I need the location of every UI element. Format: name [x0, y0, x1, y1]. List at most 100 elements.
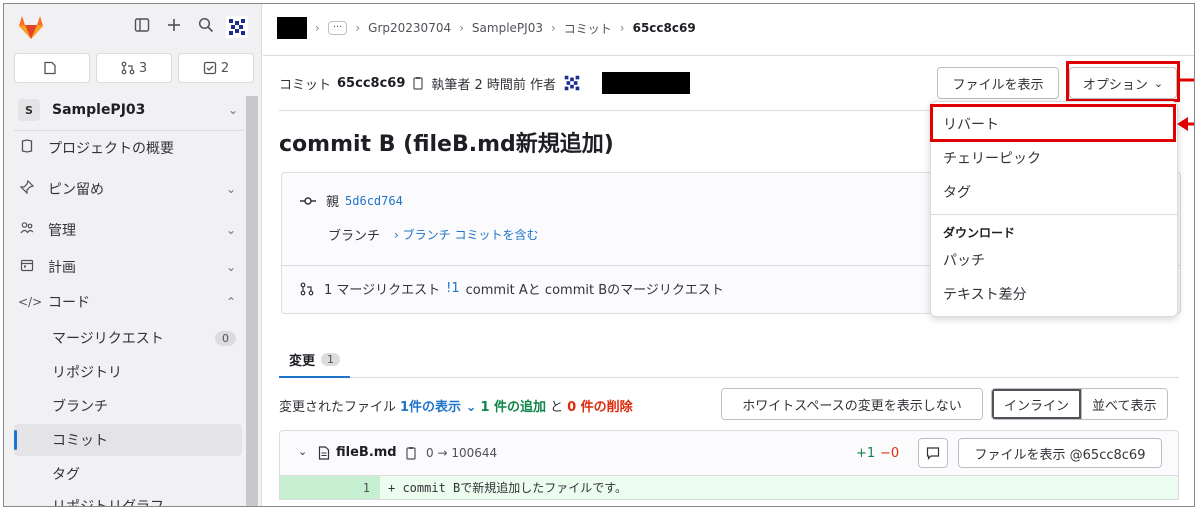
commit-author-text: 執筆者 2 時間前 作者	[431, 77, 557, 93]
copy-icon[interactable]	[411, 76, 425, 90]
redacted-block	[277, 17, 307, 39]
merge-requests-count-badge: 0	[215, 330, 236, 346]
merge-request-icon	[300, 282, 314, 295]
parallel-view-button[interactable]: 並べて表示	[1081, 389, 1167, 419]
merge-request-text: commit Aと commit Bのマージリクエスト	[465, 283, 724, 298]
author-avatar-icon[interactable]	[562, 73, 582, 93]
file-name[interactable]: fileB.md	[336, 445, 397, 460]
hide-whitespace-button[interactable]: ホワイトスペースの変更を表示しない	[721, 388, 983, 420]
sidebar-item-manage[interactable]: 管理 ⌄	[14, 214, 242, 246]
search-icon[interactable]	[196, 17, 216, 37]
menu-item-patch[interactable]: パッチ	[931, 244, 1177, 276]
issues-counter-button[interactable]	[14, 53, 90, 83]
view-file-button[interactable]: ファイルを表示 @65cc8c69	[958, 438, 1162, 468]
parent-label: 親	[326, 195, 340, 210]
inline-view-button[interactable]: インライン	[992, 389, 1082, 419]
breadcrumb-project-link[interactable]: SamplePJ03	[472, 21, 543, 35]
sidebar-subitem-merge-requests[interactable]: マージリクエスト 0	[14, 322, 242, 354]
sidebar-item-label: プロジェクトの概要	[48, 141, 174, 157]
app-window: 3 2 S SamplePJ03 ⌄ プロジェクトの概要 ピン留め ⌄ 管理 ⌄…	[3, 3, 1195, 507]
breadcrumb-ellipsis-button[interactable]: ···	[327, 21, 348, 35]
merge-requests-counter-button[interactable]: 3	[96, 53, 172, 83]
branch-label: ブランチ	[328, 229, 381, 244]
merge-request-link[interactable]: !1	[446, 281, 459, 296]
project-name: SamplePJ03	[52, 102, 146, 118]
merge-requests-count: 3	[138, 60, 148, 76]
files-shown-dropdown[interactable]: 1件の表示 ⌄	[400, 396, 476, 415]
tab-count-badge: 1	[321, 352, 341, 366]
project-badge: S	[18, 99, 40, 121]
commit-sha: 65cc8c69	[337, 75, 406, 91]
sidebar-subitem-commits[interactable]: コミット	[14, 424, 242, 456]
comment-button[interactable]	[918, 438, 948, 468]
breadcrumb-separator: ›	[459, 21, 464, 35]
files-shown-text: 1件の表示	[400, 400, 462, 415]
plus-icon[interactable]	[164, 17, 184, 37]
diff-view-toggle: インライン 並べて表示	[991, 388, 1168, 420]
user-avatar-icon[interactable]	[226, 16, 248, 38]
highlight-box-revert	[930, 104, 1176, 142]
merge-request-icon	[121, 61, 135, 75]
sidebar-item-code[interactable]: </> コード ⌃	[14, 286, 242, 318]
file-icon	[318, 446, 330, 460]
parallel-view-label: 並べて表示	[1092, 398, 1157, 414]
sidebar-item-overview[interactable]: プロジェクトの概要	[14, 132, 242, 164]
commit-icon	[300, 196, 316, 205]
breadcrumb-commits-link[interactable]: コミット	[564, 20, 612, 37]
inline-view-label: インライン	[1004, 398, 1070, 414]
gitlab-logo-icon[interactable]	[17, 14, 45, 40]
sidebar-item-label: コード	[48, 295, 90, 311]
breadcrumb: › ··· › Grp20230704 › SamplePJ03 › コミット …	[277, 17, 696, 39]
menu-group-header: ダウンロード	[943, 226, 1016, 240]
menu-item-label: テキスト差分	[943, 287, 1027, 303]
sidebar-item-plan[interactable]: 計画 ⌄	[14, 251, 242, 283]
line-number[interactable]: 1	[280, 476, 380, 499]
file-header: ⌄ fileB.md 0 → 100644 +1 −0 ファイルを表示 @65c…	[279, 430, 1179, 476]
copy-icon[interactable]	[404, 446, 418, 460]
branch-expand-link[interactable]: › ブランチ コミットを含む	[394, 226, 538, 243]
sidebar-item-label: タグ	[52, 467, 80, 483]
menu-item-cherry-pick[interactable]: チェリーピック	[931, 142, 1177, 174]
menu-item-plain-diff[interactable]: テキスト差分	[931, 278, 1177, 310]
merge-request-prefix: 1 マージリクエスト	[324, 283, 441, 298]
chevron-down-icon: ⌄	[225, 182, 236, 196]
todos-counter-button[interactable]: 2	[178, 53, 254, 83]
branch-link-text: ブランチ コミットを含む	[402, 228, 539, 242]
calendar-icon	[18, 258, 36, 276]
hide-whitespace-label: ホワイトスペースの変更を表示しない	[742, 398, 962, 414]
sidebar-scrollbar[interactable]	[246, 96, 258, 506]
project-switcher[interactable]: S SamplePJ03 ⌄	[14, 94, 244, 126]
chevron-down-icon: ⌄	[227, 103, 238, 117]
parent-sha-link[interactable]: 5d6cd764	[345, 194, 403, 208]
breadcrumb-separator: ›	[550, 21, 556, 35]
sidebar-divider	[14, 130, 244, 131]
sidebar-item-label: コミット	[52, 433, 108, 449]
code-icon: </>	[18, 295, 43, 309]
sidebar-item-label: ブランチ	[52, 399, 108, 415]
menu-item-tag[interactable]: タグ	[931, 176, 1177, 208]
sidebar-subitem-branches[interactable]: ブランチ	[14, 390, 242, 422]
sidebar-counters: 3 2	[14, 53, 254, 83]
tab-changes[interactable]: 変更 1	[279, 342, 351, 378]
lines-added: +1	[856, 446, 876, 461]
breadcrumb-separator: ›	[315, 21, 320, 35]
breadcrumb-current: 65cc8c69	[632, 21, 696, 35]
commit-title: commit B (fileB.md新規追加)	[279, 132, 614, 157]
menu-item-label: タグ	[943, 185, 971, 201]
sidebar-item-pinned[interactable]: ピン留め ⌄	[14, 173, 242, 205]
merge-request-row: 1 マージリクエスト !1 commit Aと commit Bのマージリクエス…	[300, 279, 724, 298]
chevron-down-icon[interactable]: ⌄	[298, 445, 307, 458]
breadcrumb-separator: ›	[355, 21, 361, 35]
sidebar-subitem-repository[interactable]: リポジトリ	[14, 356, 242, 388]
breadcrumb-group-link[interactable]: Grp20230704	[368, 21, 451, 35]
browse-files-button[interactable]: ファイルを表示	[937, 67, 1059, 99]
sidebar-toggle-icon[interactable]	[132, 17, 152, 37]
commit-header: コミット 65cc8c69 執筆者 2 時間前 作者	[279, 72, 691, 94]
changed-files-label: 変更されたファイル	[279, 400, 397, 415]
sidebar-item-label: リポジトリ	[52, 365, 122, 381]
added-count: 1 件の追加	[480, 400, 547, 415]
deleted-count: 0 件の削除	[567, 400, 633, 415]
sidebar-subitem-tags[interactable]: タグ	[14, 458, 242, 490]
browse-files-label: ファイルを表示	[952, 77, 1044, 93]
sidebar-subitem-repository-graph[interactable]: リポジトリグラフ	[14, 490, 242, 506]
